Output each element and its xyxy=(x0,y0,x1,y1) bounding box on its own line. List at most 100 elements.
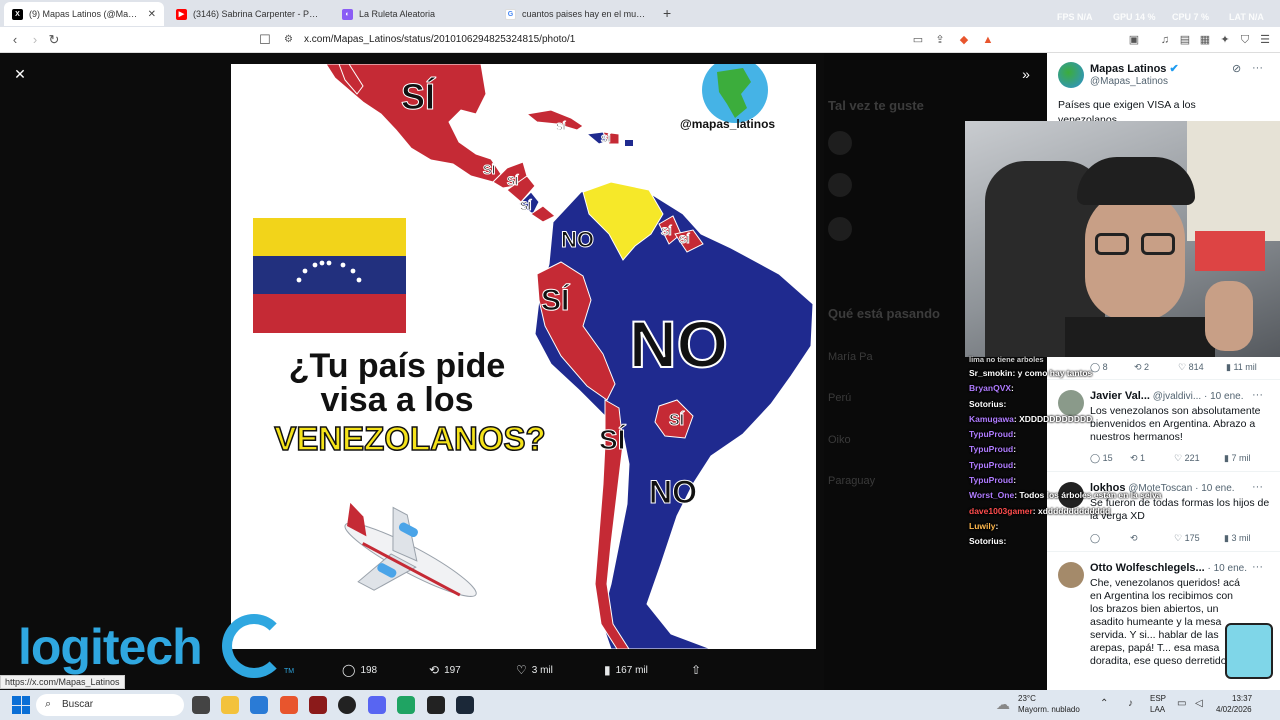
chat-username[interactable]: Sotorius xyxy=(969,399,1003,409)
brave-rewards-icon[interactable]: ▲ xyxy=(981,33,995,47)
microphone-icon[interactable]: ♪ xyxy=(1128,698,1133,709)
logitech-tm: TM xyxy=(284,668,295,675)
more-options-icon[interactable]: ··· xyxy=(1252,389,1263,401)
bookmark-icon[interactable]: ☐ xyxy=(257,32,273,48)
reader-icon[interactable]: ▤ xyxy=(1178,33,1192,47)
store-icon[interactable] xyxy=(250,696,268,714)
map-image[interactable]: @mapas_latinos ¿Tu país pide visa a los … xyxy=(231,64,816,649)
weather-desc[interactable]: Mayorm. nublado xyxy=(1018,705,1080,715)
clock-time[interactable]: 13:37 xyxy=(1232,694,1252,704)
chat-text: : xyxy=(995,520,999,531)
chat-username[interactable]: TypuProud xyxy=(969,460,1013,470)
file-explorer-icon[interactable] xyxy=(221,696,239,714)
vpn-icon[interactable]: ⛉ xyxy=(1238,33,1252,47)
steam-icon[interactable] xyxy=(456,696,474,714)
reply-header: Otto Wolfeschlegels... · 10 ene. xyxy=(1090,562,1247,574)
chat-username[interactable]: TypuProud xyxy=(969,429,1013,439)
brave-shield-icon[interactable]: ◆ xyxy=(957,33,971,47)
cast-icon[interactable]: ▭ xyxy=(911,33,925,47)
forward-icon[interactable]: › xyxy=(27,32,43,48)
brave-icon[interactable] xyxy=(280,696,298,714)
chat-username[interactable]: Sotorius xyxy=(969,536,1003,546)
stream-chat: Sr_smokin: y como hay tantos BryanQVX: Sot… xyxy=(969,366,1209,550)
author-name[interactable]: Mapas Latinos ✔ xyxy=(1090,62,1179,75)
label-argentina: NO xyxy=(649,474,698,511)
chat-text: : xyxy=(1013,459,1017,470)
close-viewer-icon[interactable]: ✕ xyxy=(10,64,30,84)
label-guyana: SÍ xyxy=(660,226,672,239)
wallet-icon[interactable]: ▦ xyxy=(1198,33,1212,47)
chat-username[interactable]: Worst_One xyxy=(969,490,1014,500)
chat-username[interactable]: TypuProud xyxy=(969,475,1013,485)
chat-username[interactable]: Kamugawa xyxy=(969,414,1014,424)
chat-username[interactable]: Luwily xyxy=(969,521,995,531)
tab-title: cuantos paises hay en el mundo - Bu xyxy=(522,9,649,19)
google-icon: G xyxy=(505,8,516,20)
chat-username[interactable]: BryanQVX xyxy=(969,383,1011,393)
sheets-icon[interactable] xyxy=(397,696,415,714)
address-bar-row: ‹ › ↻ ☐ ⚙ x.com/Mapas_Latinos/status/201… xyxy=(0,27,1280,53)
close-tab-icon[interactable]: ✕ xyxy=(148,9,156,20)
clock-date[interactable]: 4/02/2026 xyxy=(1216,705,1252,715)
tray-expand-icon[interactable]: ⌃ xyxy=(1100,698,1108,709)
taskbar-search[interactable]: Buscar xyxy=(36,694,184,716)
ai-icon[interactable]: ✦ xyxy=(1218,33,1232,47)
reload-icon[interactable]: ↻ xyxy=(46,32,62,48)
share-action[interactable]: ⇧ xyxy=(691,663,701,677)
app-icon[interactable] xyxy=(309,696,327,714)
windows-start-icon[interactable] xyxy=(12,696,30,714)
more-options-icon[interactable]: ··· xyxy=(1252,62,1263,74)
map-watermark-handle: @mapas_latinos xyxy=(680,117,776,131)
like-action[interactable]: ♡ 3 mil xyxy=(516,663,553,677)
tab-youtube[interactable]: ▶ (3146) Sabrina Carpenter - Please xyxy=(168,2,328,26)
tab-ruleta[interactable]: ◐ La Ruleta Aleatoria xyxy=(334,2,494,26)
label-mexico: SÍ xyxy=(400,76,436,118)
more-options-icon[interactable]: ··· xyxy=(1252,481,1263,493)
url-field[interactable]: x.com/Mapas_Latinos/status/2010106294825… xyxy=(282,30,1002,50)
obs-icon[interactable] xyxy=(338,696,356,714)
chat-message: TypuProud: xyxy=(969,427,1209,442)
chat-username[interactable]: TypuProud xyxy=(969,444,1013,454)
share-icon[interactable]: ⇪ xyxy=(933,33,947,47)
chat-message: TypuProud: xyxy=(969,442,1209,457)
hud-gpu: GPU 14 % xyxy=(1113,12,1156,22)
chat-text: : xyxy=(1003,398,1007,409)
volume-icon[interactable]: ◁ xyxy=(1195,698,1203,709)
logitech-g-logo xyxy=(222,614,286,678)
music-icon[interactable]: ♫ xyxy=(1158,33,1172,47)
network-icon[interactable]: ▭ xyxy=(1177,698,1186,709)
language-2[interactable]: LAA xyxy=(1150,705,1165,715)
new-tab-button[interactable]: + xyxy=(663,5,671,21)
status-url: https://x.com/Mapas_Latinos xyxy=(0,675,125,689)
tab-title: (3146) Sabrina Carpenter - Please xyxy=(193,9,320,19)
tab-google[interactable]: G cuantos paises hay en el mundo - Bu xyxy=(497,2,657,26)
grok-icon[interactable]: ⊘ xyxy=(1232,62,1241,75)
chat-username[interactable]: Sr_smokin xyxy=(969,368,1012,378)
sidebar-toggle-icon[interactable]: ▣ xyxy=(1127,33,1141,47)
ruleta-icon: ◐ xyxy=(342,8,353,20)
reply-avatar[interactable] xyxy=(1058,562,1084,588)
view-count[interactable]: ▮ 11 mil xyxy=(1226,362,1257,373)
chat-message: Kamugawa: XDDDDDDDDDDD xyxy=(969,412,1209,427)
author-avatar[interactable] xyxy=(1058,62,1084,88)
tab-mapas-latinos[interactable]: X (9) Mapas Latinos (@Mapas_Lati ✕ xyxy=(4,2,164,26)
menu-icon[interactable]: ☰ xyxy=(1258,33,1272,47)
more-options-icon[interactable]: ··· xyxy=(1252,561,1263,573)
chat-top-line: lima no tiene arboles xyxy=(969,355,1044,364)
author-handle[interactable]: @Mapas_Latinos xyxy=(1090,76,1168,87)
label-cuba: SÍ xyxy=(555,122,566,134)
back-icon[interactable]: ‹ xyxy=(7,32,23,48)
weather-temp[interactable]: 23°C xyxy=(1018,694,1036,704)
retweet-action[interactable]: ⟲ 197 xyxy=(429,663,461,677)
expand-panel-icon[interactable]: » xyxy=(1016,64,1036,84)
language-1[interactable]: ESP xyxy=(1150,694,1166,704)
reply-action[interactable]: ◯ 198 xyxy=(342,663,377,677)
discord-icon[interactable] xyxy=(368,696,386,714)
hud-lat: LAT N/A xyxy=(1229,12,1264,22)
epic-games-icon[interactable] xyxy=(427,696,445,714)
label-dominican-republic: SÍ xyxy=(600,134,611,146)
chat-username[interactable]: dave1003gamer xyxy=(969,506,1033,516)
x-logo-icon: X xyxy=(12,8,23,20)
task-view-icon[interactable] xyxy=(192,696,210,714)
views-action[interactable]: ▮ 167 mil xyxy=(604,663,648,677)
